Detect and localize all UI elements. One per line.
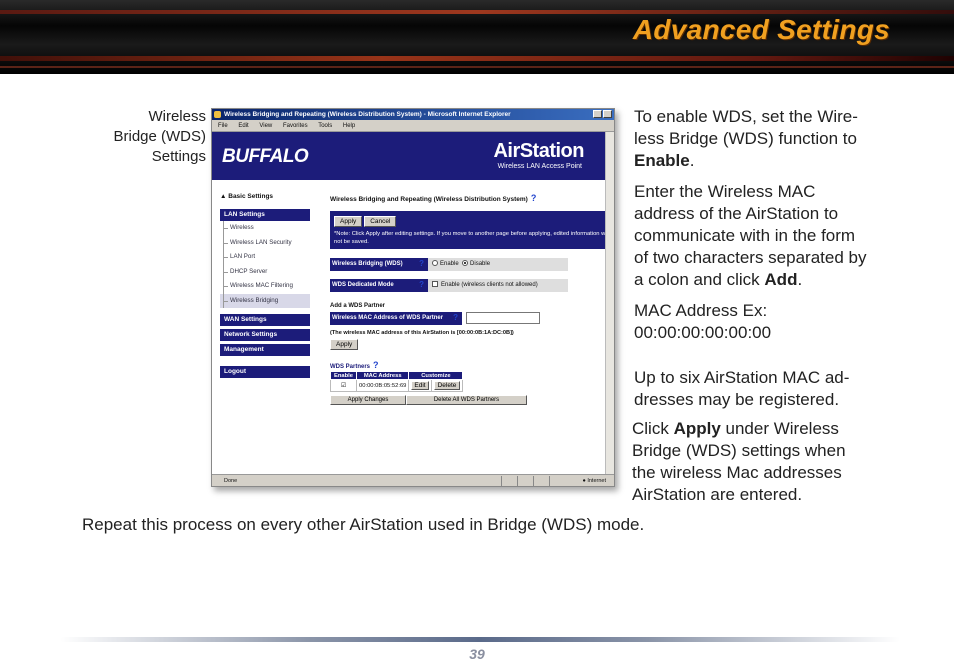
wds-label: Wireless Bridging (WDS)?	[330, 258, 428, 271]
apply-add-button: Apply	[330, 339, 359, 350]
router-main: Wireless Bridging and Repeating (Wireles…	[329, 193, 614, 405]
cancel-button: Cancel	[364, 216, 397, 227]
menu-edit: Edit	[238, 123, 249, 129]
menu-file: File	[218, 123, 228, 129]
menu-bar: File Edit View Favorites Tools Help	[212, 120, 614, 132]
buffalo-logo: BUFFALO	[222, 146, 309, 167]
nav-network-settings: Network Settings	[220, 329, 310, 341]
nav-item-wireless: Wireless	[220, 221, 310, 236]
header-banner: Advanced Settings	[0, 0, 954, 74]
nav-item-dhcp: DHCP Server	[220, 264, 310, 280]
status-bar: Done ● Internet	[212, 474, 614, 486]
enable-radio	[432, 260, 438, 267]
wds-value: Enable Disable	[428, 258, 568, 271]
mac-label: Wireless MAC Address of WDS Partner?	[330, 312, 462, 325]
add-partner-title: Add a WDS Partner	[330, 303, 386, 309]
menu-help: Help	[342, 123, 356, 129]
nav-item-mac-filtering: Wireless MAC Filtering	[220, 279, 310, 294]
mac-cell: 00:00:0B:05:52:69	[356, 379, 410, 392]
dedicated-label: WDS Dedicated Mode?	[330, 279, 428, 292]
ie-icon	[214, 111, 221, 118]
router-nav: ▲ Basic Settings LAN Settings Wireless W…	[220, 193, 310, 378]
help-icon: ?	[453, 313, 458, 322]
delete-all-button: Delete All WDS Partners	[406, 395, 527, 405]
instruction-apply: Click Apply under Wireless Bridge (WDS) …	[632, 419, 846, 504]
status-divider	[517, 476, 518, 486]
enable-cell: ☑	[329, 379, 358, 392]
page-number: 39	[469, 646, 485, 662]
help-icon: ?	[419, 259, 424, 268]
caption-line: Wireless	[148, 108, 206, 125]
instruction-mac: Enter the Wireless MAC address of the Ai…	[634, 182, 867, 289]
delete-cell: Delete	[430, 379, 464, 392]
edit-button: Edit	[411, 381, 429, 390]
apply-note: *Note: Click Apply after editing setting…	[334, 231, 610, 245]
window-title: Wireless Bridging and Repeating (Wireles…	[224, 111, 511, 118]
col-customize: Customize	[408, 371, 464, 380]
nav-management: Management	[220, 344, 310, 356]
status-text: Done	[224, 478, 238, 484]
table-row: ☑ 00:00:0B:05:52:69 Edit Delete	[329, 379, 464, 392]
airstation-logo: AirStation	[493, 140, 584, 162]
help-icon: ?	[530, 193, 537, 203]
disable-radio	[462, 260, 469, 267]
dedicated-row: WDS Dedicated Mode? Enable (wireless cli…	[330, 279, 614, 292]
dedicated-checkbox	[432, 281, 438, 288]
footer-rule	[60, 637, 900, 642]
repeat-instruction: Repeat this process on every other AirSt…	[82, 515, 645, 534]
caption-line: Settings	[151, 148, 206, 165]
screenshot-figure: Wireless Bridging and Repeating (Wireles…	[211, 108, 615, 487]
status-divider	[501, 476, 502, 486]
partners-table: Enable MAC Address Customize ☑ 00:00:0B:…	[329, 371, 464, 392]
help-icon: ?	[419, 280, 424, 289]
page-title: Advanced Settings	[632, 14, 890, 45]
mac-input	[466, 312, 540, 324]
apply-changes-button: Apply Changes	[330, 395, 406, 405]
instruction-six: Up to six AirStation MAC ad- dresses may…	[634, 368, 850, 409]
mac-row: Wireless MAC Address of WDS Partner?	[330, 312, 614, 325]
wds-row: Wireless Bridging (WDS)? Enable Disable	[330, 258, 614, 271]
col-mac: MAC Address	[356, 371, 410, 380]
section-title: Wireless Bridging and Repeating (Wireles…	[330, 193, 537, 203]
nav-item-lan-port: LAN Port	[220, 250, 310, 265]
nav-item-wireless-security: Wireless LAN Security	[220, 235, 310, 251]
router-banner: BUFFALO AirStation Wireless LAN Access P…	[212, 132, 614, 180]
apply-bar: Apply Cancel *Note: Click Apply after ed…	[330, 211, 614, 249]
scrollbar	[605, 132, 614, 476]
nav-item-wireless-bridging: Wireless Bridging	[220, 293, 310, 308]
delete-button: Delete	[433, 381, 461, 390]
mac-example: MAC Address Ex: 00:00:00:00:00:00	[634, 301, 772, 342]
airstation-subtitle: Wireless LAN Access Point	[497, 163, 582, 170]
close-icon	[603, 110, 612, 118]
help-icon: ?	[373, 360, 379, 370]
status-divider	[533, 476, 534, 486]
own-mac-note: (The wireless MAC address of this AirSta…	[330, 330, 514, 336]
nav-lan-settings: LAN Settings	[220, 209, 310, 221]
col-enable: Enable	[329, 371, 358, 380]
dedicated-value: Enable (wireless clients not allowed)	[428, 279, 568, 292]
menu-view: View	[259, 123, 273, 129]
figure-caption: Wireless Bridge (WDS) Settings	[96, 107, 206, 167]
window-titlebar: Wireless Bridging and Repeating (Wireles…	[212, 109, 614, 120]
header-stripe	[0, 66, 954, 68]
menu-tools: Tools	[318, 123, 333, 129]
internet-zone: ● Internet	[582, 478, 606, 484]
instruction-enable: To enable WDS, set the Wire- less Bridge…	[634, 107, 858, 170]
maximize-icon	[593, 110, 602, 118]
menu-favorites: Favorites	[282, 123, 308, 129]
status-divider	[549, 476, 550, 486]
nav-basic-settings: ▲ Basic Settings	[220, 193, 274, 200]
apply-button: Apply	[334, 216, 363, 227]
caption-line: Bridge (WDS)	[113, 128, 206, 145]
nav-logout: Logout	[220, 366, 310, 378]
partners-title: WDS Partners?	[330, 360, 379, 370]
header-stripe	[0, 56, 954, 61]
edit-cell: Edit	[408, 379, 432, 392]
nav-wan-settings: WAN Settings	[220, 314, 310, 326]
